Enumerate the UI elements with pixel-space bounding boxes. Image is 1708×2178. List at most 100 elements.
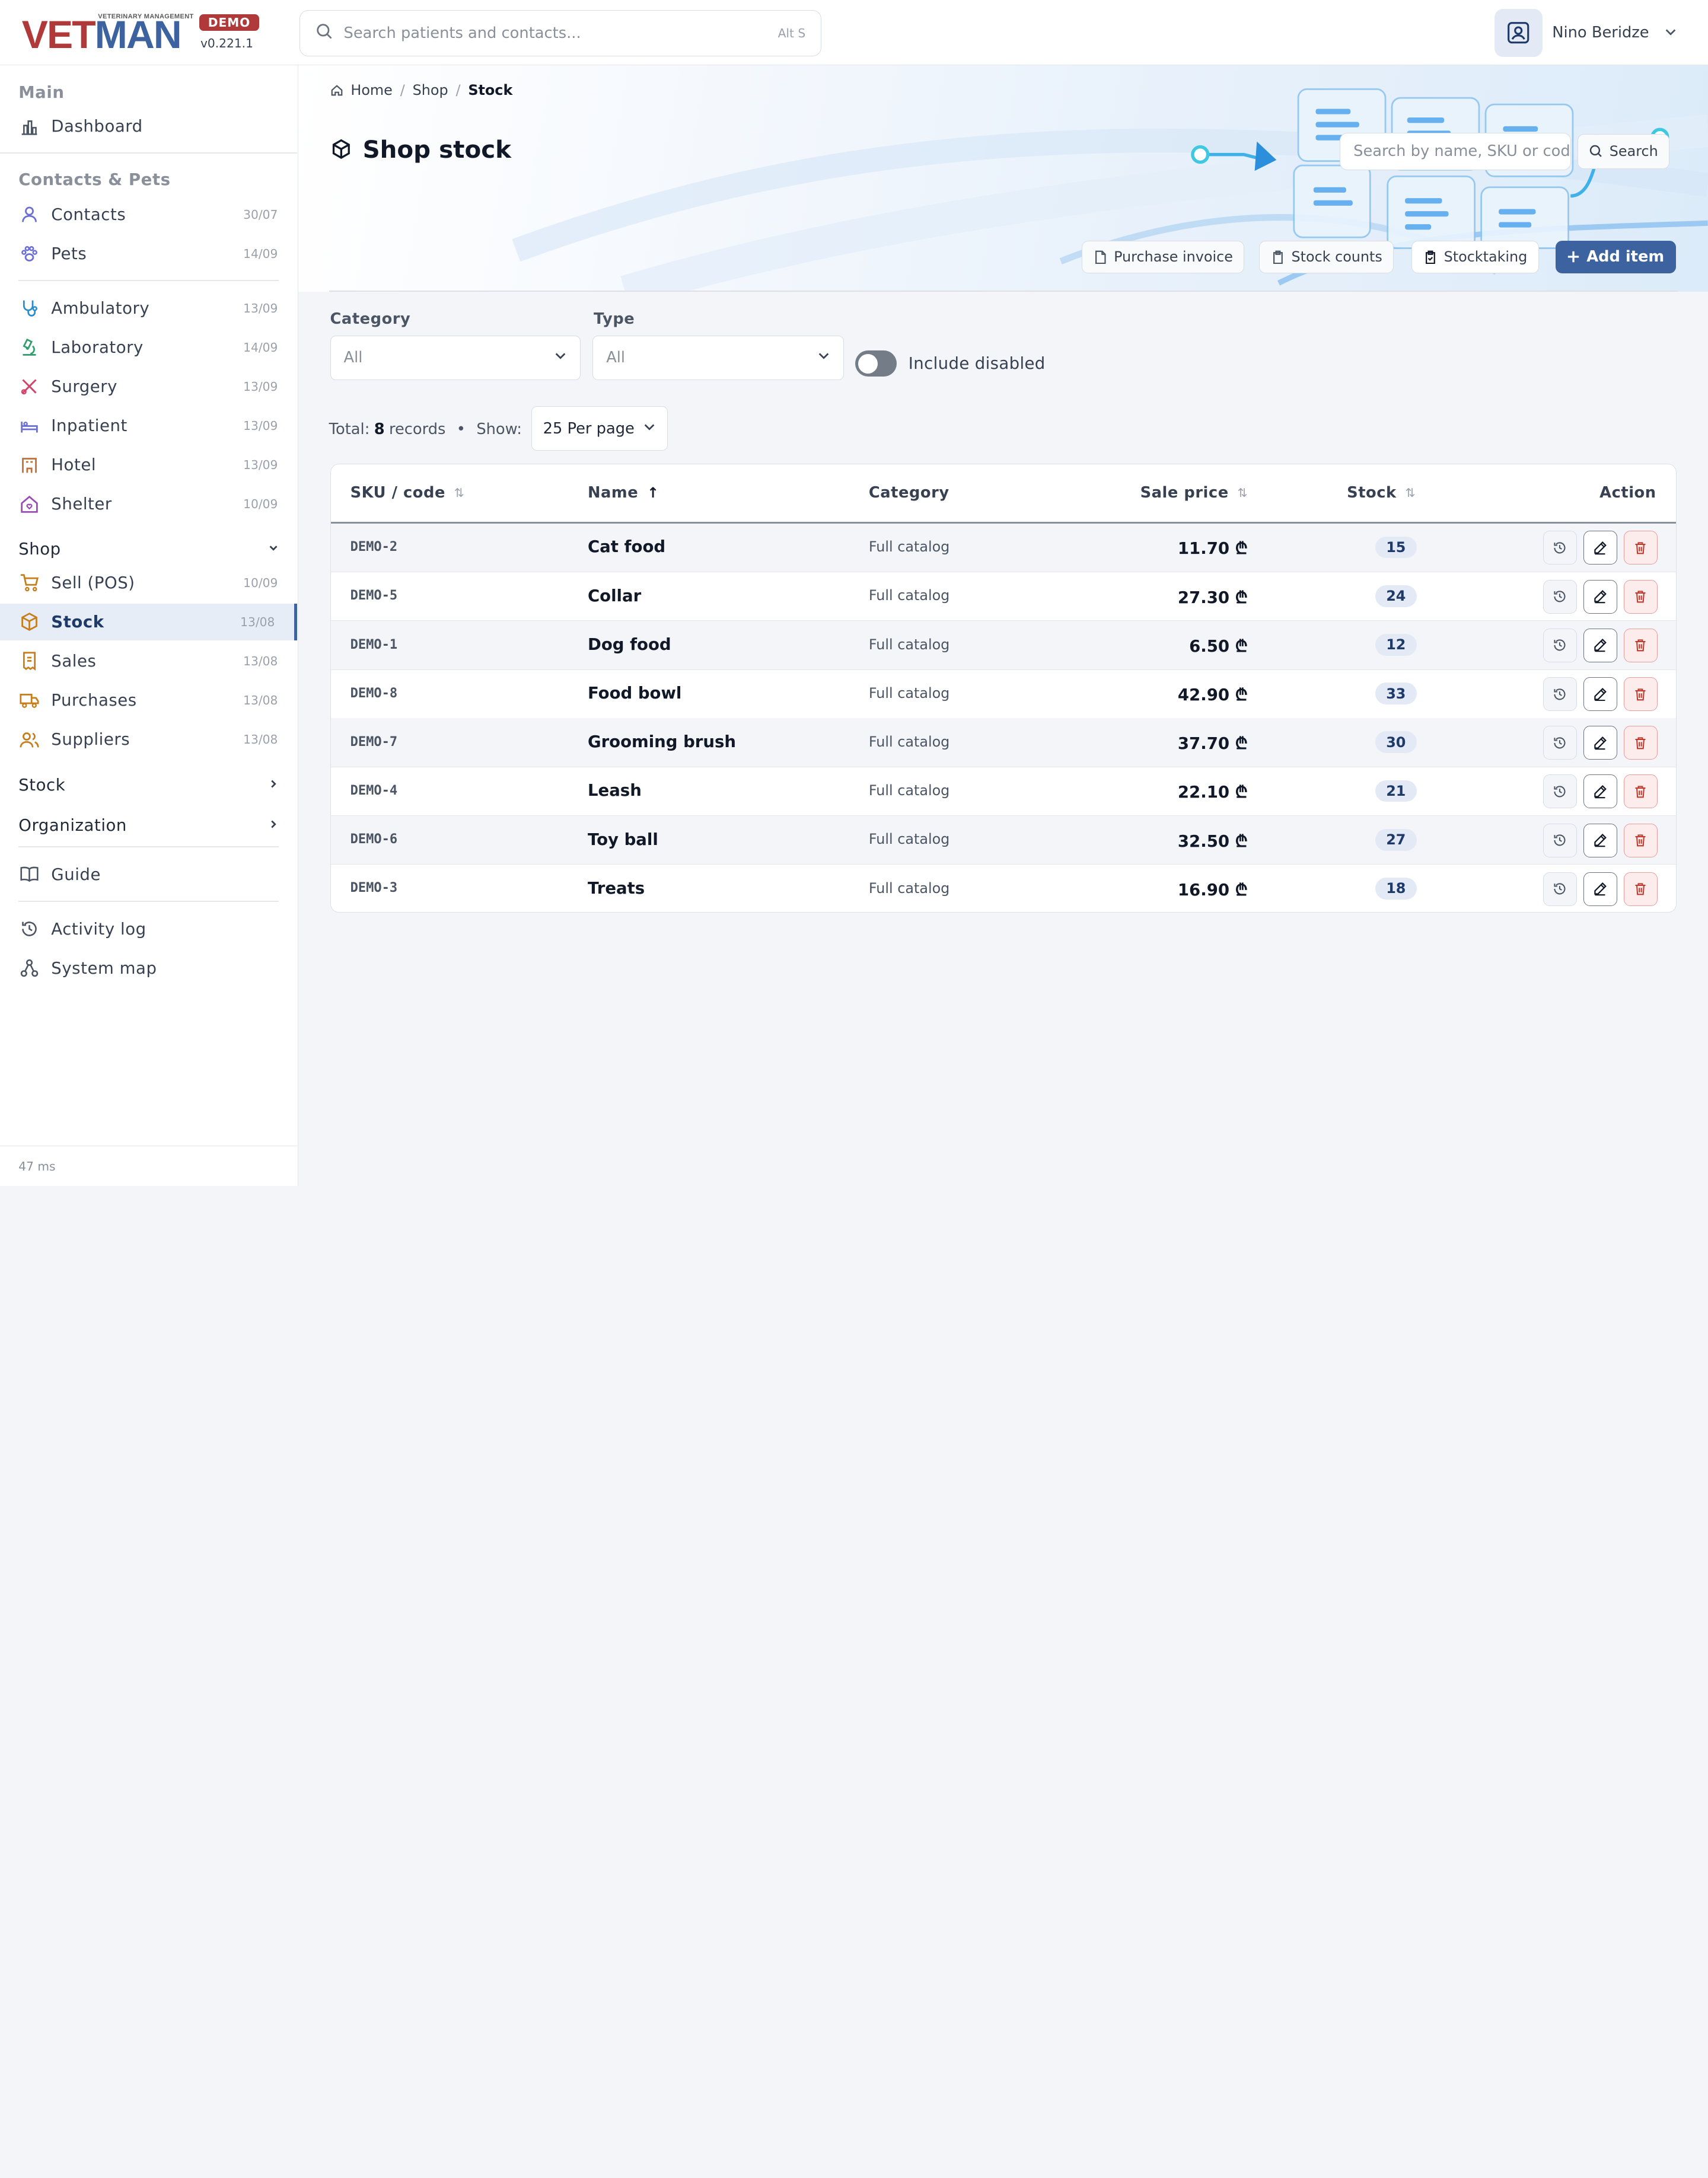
table-row[interactable]: DEMO-1 Dog food Full catalog 6.50 ₾ 12 (330, 620, 1676, 670)
cell-sku: DEMO-4 (350, 783, 398, 799)
edit-button[interactable] (1583, 677, 1617, 711)
breadcrumb-shop[interactable]: Shop (413, 82, 448, 98)
sidebar-item-sales[interactable]: Sales 13/08 (0, 643, 297, 680)
column-header-price[interactable]: Sale price ⇅ (1140, 484, 1248, 502)
cell-price: 37.70 ₾ (1177, 734, 1248, 754)
sidebar-item-contacts[interactable]: Contacts 30/07 (0, 196, 297, 233)
sidebar-group-stock[interactable]: Stock (18, 769, 280, 802)
delete-button[interactable] (1623, 677, 1658, 711)
include-disabled-toggle[interactable] (855, 350, 897, 377)
sidebar-item-surgery[interactable]: Surgery 13/09 (0, 368, 297, 405)
history-icon (1553, 638, 1567, 652)
sidebar-group-organization[interactable]: Organization (18, 809, 280, 842)
history-button[interactable] (1543, 531, 1577, 565)
sidebar-item-shelter[interactable]: Shelter 10/09 (0, 486, 297, 522)
sidebar-item-suppliers[interactable]: Suppliers 13/08 (0, 721, 297, 758)
history-button[interactable] (1543, 628, 1577, 662)
table-row[interactable]: DEMO-4 Leash Full catalog 22.10 ₾ 21 (330, 767, 1676, 817)
stock-search-input[interactable]: Search by name, SKU or code (1340, 133, 1571, 170)
column-header-sku[interactable]: SKU / code ⇅ (350, 484, 465, 502)
history-button[interactable] (1543, 872, 1577, 906)
demo-badge: DEMO (199, 14, 259, 31)
include-disabled-label: Include disabled (908, 353, 1046, 373)
truck-icon (18, 690, 40, 712)
sidebar-item-stock[interactable]: Stock 13/08 (0, 603, 298, 640)
table-row[interactable]: DEMO-8 Food bowl Full catalog 42.90 ₾ 33 (330, 669, 1676, 719)
history-button[interactable] (1543, 677, 1577, 711)
column-header-label: Action (1599, 484, 1656, 502)
version-label: v0.221.1 (200, 36, 253, 50)
delete-button[interactable] (1623, 531, 1658, 565)
sidebar-item-pets[interactable]: Pets 14/09 (0, 235, 297, 272)
sidebar-item-dashboard[interactable]: Dashboard (0, 108, 297, 145)
stock-badge: 24 (1375, 585, 1417, 607)
table-row[interactable]: DEMO-5 Collar Full catalog 27.30 ₾ 24 (330, 572, 1676, 621)
history-icon (1553, 882, 1567, 896)
chevron-down-icon (643, 420, 656, 438)
delete-button[interactable] (1623, 726, 1658, 760)
sidebar-item-purchases[interactable]: Purchases 13/08 (0, 682, 297, 719)
global-search-placeholder: Search patients and contacts... (343, 24, 581, 42)
sidebar-item-system-map[interactable]: System map (0, 950, 297, 987)
global-search-input[interactable]: Search patients and contacts... Alt S (299, 9, 821, 57)
cell-category: Full catalog (868, 587, 950, 604)
sidebar-item-inpatient[interactable]: Inpatient 13/09 (0, 407, 297, 444)
column-header-name[interactable]: Name ↑ (588, 484, 659, 502)
edit-button[interactable] (1583, 531, 1617, 565)
edit-button[interactable] (1583, 726, 1617, 760)
type-select[interactable]: All (592, 335, 845, 380)
table-row[interactable]: DEMO-7 Grooming brush Full catalog 37.70 ₾ 3… (330, 718, 1676, 767)
per-page-select[interactable]: 25 Per page (531, 406, 668, 451)
history-button[interactable] (1543, 774, 1577, 809)
sidebar-item-hotel[interactable]: Hotel 13/09 (0, 447, 297, 483)
plus-icon (1567, 250, 1580, 263)
delete-button[interactable] (1623, 872, 1658, 906)
edit-button[interactable] (1583, 579, 1617, 614)
sidebar-item-label: Suppliers (51, 730, 130, 750)
edit-button[interactable] (1583, 774, 1617, 809)
show-label: Show: (476, 420, 522, 438)
sidebar-item-date: 13/08 (240, 614, 275, 629)
cart-icon (18, 572, 40, 594)
sidebar-group-shop[interactable]: Shop (18, 532, 280, 565)
delete-button[interactable] (1623, 774, 1658, 809)
delete-button[interactable] (1623, 628, 1658, 662)
stock-badge: 21 (1375, 780, 1417, 802)
add-item-button[interactable]: Add item (1555, 240, 1676, 273)
history-button[interactable] (1543, 726, 1577, 760)
sidebar-item-ambulatory[interactable]: Ambulatory 13/09 (0, 290, 297, 327)
breadcrumb-current: Stock (468, 81, 513, 98)
user-menu[interactable]: Nino Beridze (1494, 8, 1677, 57)
delete-button[interactable] (1623, 823, 1658, 857)
purchase-invoice-button[interactable]: Purchase invoice (1081, 240, 1245, 273)
sidebar-item-sell-pos[interactable]: Sell (POS) 10/09 (0, 564, 297, 601)
sidebar-item-label: Ambulatory (51, 298, 150, 318)
cell-sku: DEMO-6 (350, 832, 398, 847)
sidebar-section-main: Main (18, 82, 65, 102)
edit-button[interactable] (1583, 628, 1617, 662)
sidebar-item-guide[interactable]: Guide (0, 856, 297, 893)
trash-icon (1633, 882, 1648, 896)
sidebar-item-laboratory[interactable]: Laboratory 14/09 (0, 329, 297, 366)
history-button[interactable] (1543, 823, 1577, 857)
column-header-stock[interactable]: Stock ⇅ (1347, 484, 1416, 502)
category-select[interactable]: All (330, 335, 581, 380)
breadcrumb-home[interactable]: Home (350, 82, 392, 98)
delete-button[interactable] (1623, 579, 1658, 614)
edit-button[interactable] (1583, 872, 1617, 906)
edit-button[interactable] (1583, 823, 1617, 857)
app-root: VETERINARY MANAGEMENT VETMAN DEMO v0.221… (0, 0, 1708, 1187)
history-button[interactable] (1543, 579, 1577, 614)
logo[interactable]: VETERINARY MANAGEMENT VETMAN DEMO v0.221… (22, 13, 262, 56)
stock-counts-button[interactable]: Stock counts (1259, 240, 1394, 273)
sidebar-item-date: 13/09 (243, 419, 278, 433)
table-row[interactable]: DEMO-2 Cat food Full catalog 11.70 ₾ 15 (330, 523, 1676, 573)
table-row[interactable]: DEMO-6 Toy ball Full catalog 32.50 ₾ 27 (330, 815, 1676, 865)
stocktaking-button[interactable]: Stocktaking (1411, 240, 1539, 273)
sidebar-item-activity-log[interactable]: Activity log (0, 910, 297, 947)
search-button[interactable]: Search (1577, 133, 1670, 169)
cell-price: 22.10 ₾ (1177, 783, 1248, 802)
sidebar-group-label: Organization (18, 816, 127, 836)
table-row[interactable]: DEMO-3 Treats Full catalog 16.90 ₾ 18 (331, 865, 1676, 912)
paw-icon (18, 243, 40, 265)
